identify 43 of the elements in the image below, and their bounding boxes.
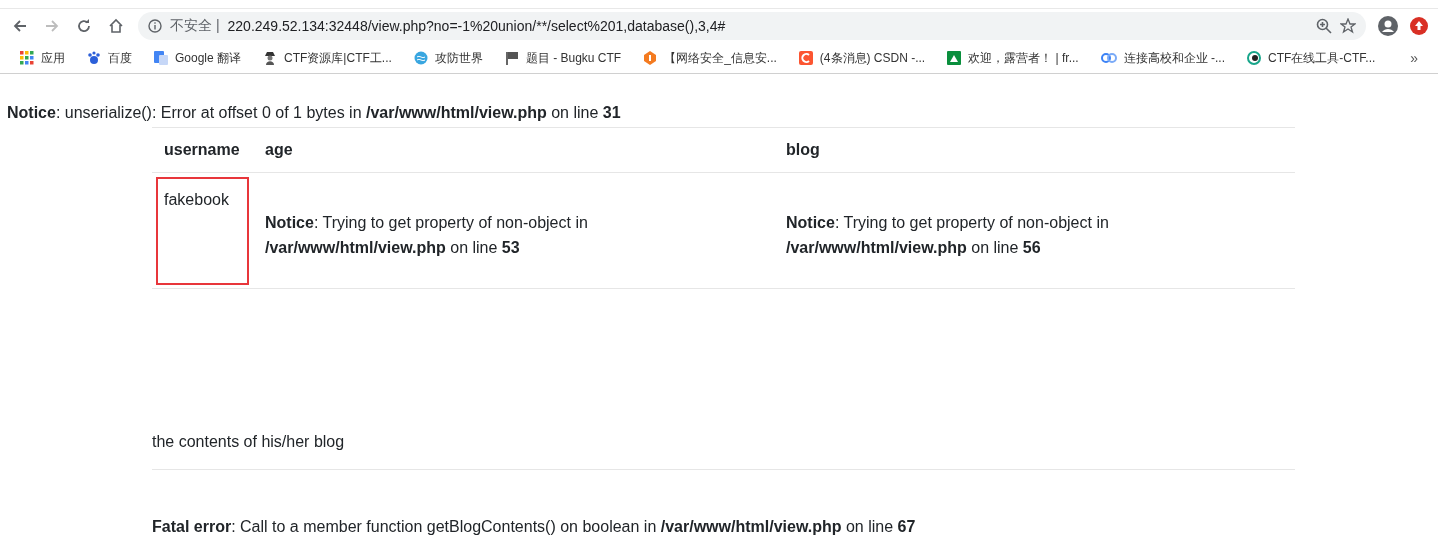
flag-icon bbox=[504, 51, 519, 65]
table-cell: Notice: Trying to get property of non-object in /var/www/html/view.php on line 53 bbox=[253, 172, 774, 289]
rings-icon bbox=[1100, 51, 1117, 65]
more-bookmarks[interactable]: » bbox=[1410, 50, 1418, 66]
tent-icon bbox=[947, 51, 962, 65]
apps-grid-icon bbox=[20, 51, 34, 65]
reload-icon[interactable] bbox=[76, 18, 92, 34]
info-icon[interactable] bbox=[148, 19, 162, 33]
home-icon[interactable] bbox=[108, 18, 124, 34]
update-icon[interactable] bbox=[1410, 17, 1428, 35]
bookmark[interactable]: CTF在线工具-CTF... bbox=[1247, 49, 1376, 67]
blog-contents: the contents of his/her blog bbox=[152, 433, 1295, 470]
eye-logo-icon bbox=[1247, 51, 1261, 65]
bookmark[interactable]: (4条消息) CSDN -... bbox=[798, 49, 926, 67]
hexagon-logo-icon bbox=[643, 51, 658, 65]
zoom-icon[interactable] bbox=[1316, 18, 1332, 34]
address-bar[interactable]: 不安全 | 220.249.52.134:32448/view.php?no=-1%20union/**/select%201,database(),3,4# bbox=[138, 12, 1366, 40]
globe-icon bbox=[413, 51, 428, 65]
bookmark[interactable]: CTF资源库|CTF工... bbox=[263, 49, 392, 67]
security-label: 不安全 | bbox=[170, 17, 220, 35]
bookmark[interactable]: 攻防世界 bbox=[413, 49, 483, 67]
bookmark[interactable]: 百度 bbox=[87, 49, 132, 67]
column-header: username bbox=[152, 127, 253, 173]
bookmark[interactable]: 【网络安全_信息安... bbox=[643, 49, 777, 67]
bookmark[interactable]: Google 翻译 bbox=[154, 49, 242, 67]
bookmark[interactable]: 应用 bbox=[20, 49, 65, 67]
back-icon[interactable] bbox=[12, 18, 28, 34]
hat-figure-icon bbox=[263, 51, 278, 65]
account-icon[interactable] bbox=[1378, 16, 1398, 36]
star-icon[interactable] bbox=[1340, 18, 1356, 34]
table-cell: Notice: Trying to get property of non-object in /var/www/html/view.php on line 56 bbox=[774, 172, 1295, 289]
notice-message: Notice: unserialize(): Error at offset 0 of 1 bytes in /var/www/html/view.php on line 31 bbox=[7, 103, 622, 123]
fatal-error-message: Fatal error: Call to a member function getBlogContents() on boolean in /var/www/html/view.php on line 67 bbox=[152, 518, 917, 536]
paw-icon bbox=[87, 51, 101, 65]
url-text: 220.249.52.134:32448/view.php?no=-1%20union/**/select%201,database(),3,4# bbox=[227, 18, 727, 34]
column-header: age bbox=[253, 127, 774, 173]
letter-logo-icon bbox=[798, 51, 813, 65]
bookmark[interactable]: 题目 - Bugku CTF bbox=[504, 49, 622, 67]
column-header: blog bbox=[774, 127, 1295, 173]
bookmark[interactable]: 欢迎，露营者！ | fr... bbox=[947, 49, 1079, 67]
table-cell: fakebook bbox=[152, 172, 253, 289]
translate-icon bbox=[154, 51, 168, 65]
bookmark[interactable]: 连接高校和企业 -... bbox=[1100, 49, 1225, 67]
